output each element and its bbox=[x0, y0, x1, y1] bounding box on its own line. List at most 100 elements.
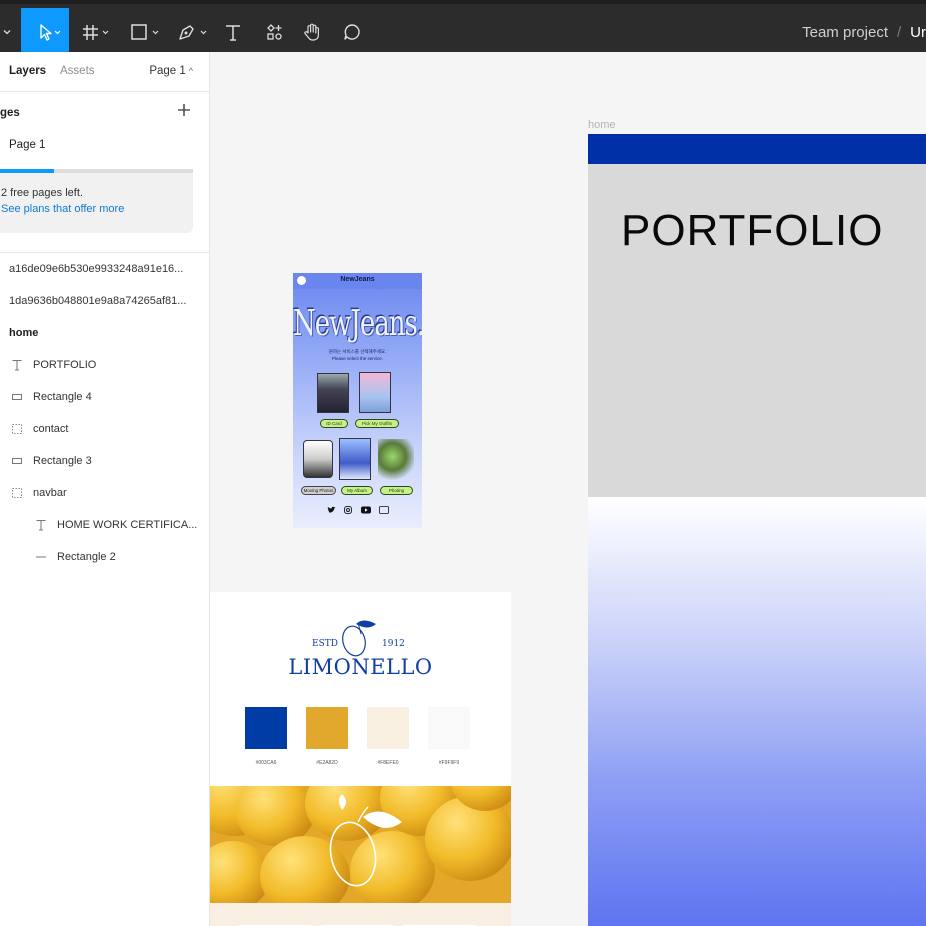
swatch-cream bbox=[367, 707, 409, 749]
layer-row[interactable]: PORTFOLIO bbox=[9, 354, 96, 376]
upsell-banner: 2 free pages left. See plans that offer … bbox=[0, 169, 193, 233]
twitter-icon bbox=[326, 505, 336, 515]
hand-tool-icon bbox=[304, 23, 319, 41]
toolbar: Team project / Ur bbox=[0, 0, 926, 56]
text-layer-icon bbox=[9, 357, 25, 373]
layer-label: contact bbox=[33, 423, 69, 435]
portfolio-title[interactable]: PORTFOLIO bbox=[621, 206, 883, 256]
hero-rectangle[interactable]: PORTFOLIO bbox=[588, 164, 926, 497]
pen-tool-icon bbox=[179, 25, 207, 40]
phone-subtitle: Please select the service. bbox=[331, 356, 384, 361]
layer-label: a16de09e6b530e9933248a91e16... bbox=[9, 263, 184, 275]
album-thumbnail bbox=[339, 438, 371, 480]
newjeans-logo: NewJeans.kr bbox=[293, 303, 422, 345]
outfit-thumbnail bbox=[359, 372, 391, 413]
layer-row[interactable]: contact bbox=[9, 418, 68, 440]
layers-panel: Layers Assets Page 1 ^ ges Page 1 2 free … bbox=[0, 52, 210, 926]
frame-tool-icon bbox=[83, 25, 109, 40]
rectangle-layer-icon bbox=[9, 389, 25, 405]
chevron-up-icon: ^ bbox=[188, 66, 193, 76]
shape-tool-button[interactable] bbox=[128, 8, 164, 56]
newjeans-image[interactable]: NewJeans NewJeans.kr 원하는 서비스를 선택해주세요. Pl… bbox=[293, 273, 422, 528]
swatch-label-yellow: #E2A82D bbox=[316, 760, 338, 766]
home-frame[interactable]: PORTFOLIO bbox=[588, 134, 926, 926]
layer-row[interactable]: 1da9636b048801e9a8a74265af81... bbox=[9, 290, 186, 312]
layer-label: 1da9636b048801e9a8a74265af81... bbox=[9, 295, 187, 307]
shape-tool-icon bbox=[131, 24, 159, 40]
layer-row[interactable]: Rectangle 2 bbox=[33, 546, 116, 568]
layer-label: Rectangle 4 bbox=[33, 391, 92, 403]
button-photing: Photing bbox=[380, 486, 413, 495]
phone-header-title: NewJeans bbox=[340, 276, 375, 283]
divider bbox=[0, 252, 209, 253]
text-tool-button[interactable] bbox=[221, 8, 245, 56]
text-tool-icon bbox=[226, 25, 240, 41]
layer-label: Rectangle 3 bbox=[33, 455, 92, 467]
upsell-message: 2 free pages left. bbox=[1, 187, 83, 199]
button-id-card: ID Card bbox=[320, 419, 348, 428]
canvas[interactable]: home PORTFOLIO NewJeans NewJeans.kr 원하는 … bbox=[210, 52, 926, 926]
frame-tool-button[interactable] bbox=[80, 8, 116, 56]
page-item-page-1[interactable]: Page 1 bbox=[9, 139, 45, 151]
comment-tool-icon bbox=[344, 24, 360, 40]
resources-tool-icon bbox=[267, 24, 282, 40]
group-layer-icon bbox=[9, 485, 25, 501]
layer-label: home bbox=[9, 327, 39, 339]
pages-progress-bar bbox=[0, 169, 193, 173]
plus-icon bbox=[178, 104, 190, 116]
board-footer bbox=[210, 903, 511, 926]
layer-row[interactable]: Rectangle 3 bbox=[9, 450, 92, 472]
moving-photo-thumbnail bbox=[303, 440, 333, 478]
file-name[interactable]: Ur bbox=[910, 24, 926, 41]
gradient-rectangle[interactable] bbox=[588, 497, 926, 926]
year-label: 1912 bbox=[382, 639, 405, 649]
swatch-label-cream: #F8EFE0 bbox=[377, 760, 399, 766]
phone-header: NewJeans bbox=[293, 273, 422, 289]
layer-row[interactable]: Rectangle 4 bbox=[9, 386, 92, 408]
button-pick-my-outfits: Pick My Outfits bbox=[355, 419, 399, 428]
see-plans-link[interactable]: See plans that offer more bbox=[1, 203, 124, 215]
layer-label: HOME WORK CERTIFICA... bbox=[57, 519, 198, 531]
id-card-thumbnail bbox=[317, 373, 349, 413]
layer-label: PORTFOLIO bbox=[33, 359, 97, 371]
instagram-icon bbox=[343, 505, 353, 515]
hand-tool-button[interactable] bbox=[300, 8, 324, 56]
swatch-yellow bbox=[306, 707, 348, 749]
tab-assets[interactable]: Assets bbox=[60, 65, 95, 77]
menu-chevron-icon[interactable] bbox=[0, 8, 14, 56]
pen-tool-button[interactable] bbox=[175, 8, 211, 56]
frame-label-home[interactable]: home bbox=[588, 119, 616, 131]
tab-layers[interactable]: Layers bbox=[9, 65, 46, 77]
nj-icon bbox=[379, 505, 389, 515]
resources-tool-button[interactable] bbox=[262, 8, 286, 56]
pages-progress-fill bbox=[0, 169, 55, 173]
layer-row[interactable]: a16de09e6b530e9933248a91e16... bbox=[9, 258, 183, 280]
photing-thumbnail bbox=[378, 439, 414, 483]
swatch-white bbox=[428, 707, 470, 749]
line-layer-icon bbox=[33, 549, 49, 565]
button-moving-photos: Moving Photos bbox=[301, 486, 336, 495]
comment-tool-button[interactable] bbox=[340, 8, 364, 56]
add-page-button[interactable] bbox=[175, 101, 193, 119]
swatch-label-white: #F9F9F9 bbox=[438, 760, 460, 766]
layer-row[interactable]: home bbox=[9, 322, 38, 344]
lemon-outline-icon bbox=[329, 794, 402, 887]
page-selector[interactable]: Page 1 ^ bbox=[149, 65, 193, 77]
text-layer-icon bbox=[33, 517, 49, 533]
swatch-blue bbox=[245, 707, 287, 749]
layer-row[interactable]: navbar bbox=[9, 482, 67, 504]
move-tool-button[interactable] bbox=[21, 8, 69, 56]
layer-row[interactable]: HOME WORK CERTIFICA... bbox=[33, 514, 197, 536]
breadcrumb-separator: / bbox=[897, 23, 902, 41]
navbar-rectangle[interactable] bbox=[588, 134, 926, 164]
layer-label: Rectangle 2 bbox=[57, 551, 116, 563]
project-name[interactable]: Team project bbox=[802, 24, 888, 41]
phone-subtitle-korean: 원하는 서비스를 선택해주세요. bbox=[328, 349, 387, 354]
layer-label: navbar bbox=[33, 487, 67, 499]
button-my-album: My Album bbox=[341, 486, 373, 495]
panel-tabs: Layers Assets Page 1 ^ bbox=[0, 52, 209, 92]
limonello-board[interactable]: ESTD 1912 LIMONELLO #003CA6 #E2A82D #F8E… bbox=[210, 592, 511, 926]
youtube-icon bbox=[361, 505, 371, 515]
move-tool-icon bbox=[40, 24, 61, 41]
lemons-photo bbox=[210, 786, 511, 903]
